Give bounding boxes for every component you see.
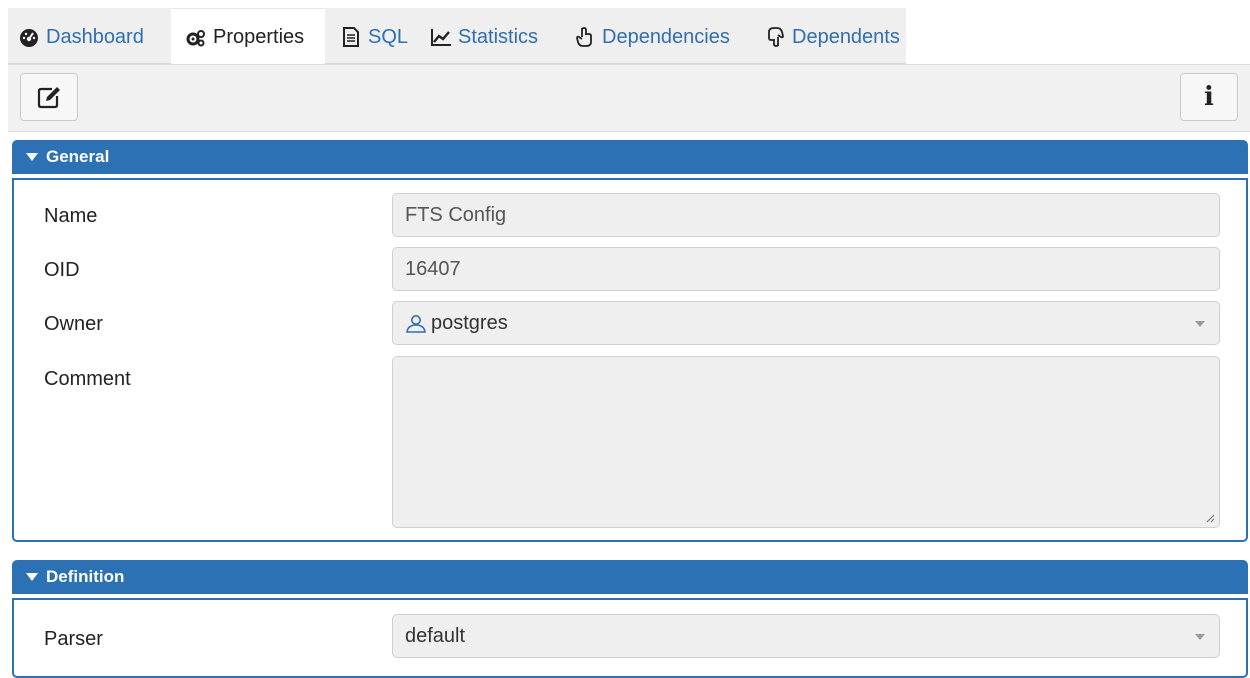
tab-bar: Dashboard Properties SQL Statistics Depe…: [8, 8, 906, 66]
info-button[interactable]: i: [1180, 73, 1238, 121]
edit-icon: [37, 87, 60, 109]
oid-field[interactable]: 16407: [392, 247, 1220, 291]
cogs-icon: [185, 27, 207, 49]
oid-label: OID: [44, 259, 80, 281]
properties-toolbar: i: [8, 64, 1250, 132]
definition-panel-title: Definition: [46, 567, 125, 586]
file-text-icon: [340, 26, 362, 48]
info-icon: i: [1204, 82, 1214, 112]
tab-dependencies-label: Dependencies: [602, 25, 730, 48]
chevron-down-icon: [1195, 321, 1205, 327]
tab-statistics-label: Statistics: [458, 25, 539, 48]
general-panel-header[interactable]: General: [12, 140, 1248, 174]
general-panel-title: General: [46, 147, 110, 166]
hand-down-icon: [764, 26, 786, 48]
line-chart-icon: [430, 26, 452, 48]
parser-select[interactable]: default: [392, 614, 1220, 658]
tab-properties-label: Properties: [213, 26, 305, 48]
definition-panel-header[interactable]: Definition: [12, 560, 1248, 594]
chevron-down-icon: [1195, 634, 1205, 640]
name-value: FTS Config: [405, 203, 507, 226]
comment-label: Comment: [44, 368, 131, 390]
tab-dashboard-label: Dashboard: [46, 25, 144, 48]
owner-select[interactable]: postgres: [392, 301, 1220, 345]
name-field[interactable]: FTS Config: [392, 193, 1220, 237]
oid-value: 16407: [405, 257, 461, 280]
caret-down-icon: [26, 153, 38, 161]
resize-grip-icon[interactable]: [1203, 511, 1215, 523]
edit-button[interactable]: [20, 73, 78, 121]
tab-dependents-label: Dependents: [792, 25, 900, 48]
comment-textarea[interactable]: [392, 356, 1220, 528]
owner-label: Owner: [44, 313, 103, 335]
dashboard-icon: [18, 26, 40, 48]
tab-sql[interactable]: SQL: [340, 8, 408, 66]
owner-value: postgres: [431, 311, 508, 334]
parser-value: default: [405, 624, 466, 647]
tab-dependents[interactable]: Dependents: [764, 8, 906, 66]
user-icon: [406, 315, 426, 333]
tab-sql-label: SQL: [368, 25, 409, 48]
parser-label: Parser: [44, 628, 103, 650]
tab-dependencies[interactable]: Dependencies: [574, 8, 730, 66]
tab-dashboard[interactable]: Dashboard: [18, 8, 144, 66]
hand-up-icon: [574, 26, 596, 48]
tab-properties[interactable]: Properties: [171, 8, 325, 66]
name-label: Name: [44, 205, 98, 227]
tab-statistics[interactable]: Statistics: [430, 8, 538, 66]
caret-down-icon: [26, 573, 38, 581]
